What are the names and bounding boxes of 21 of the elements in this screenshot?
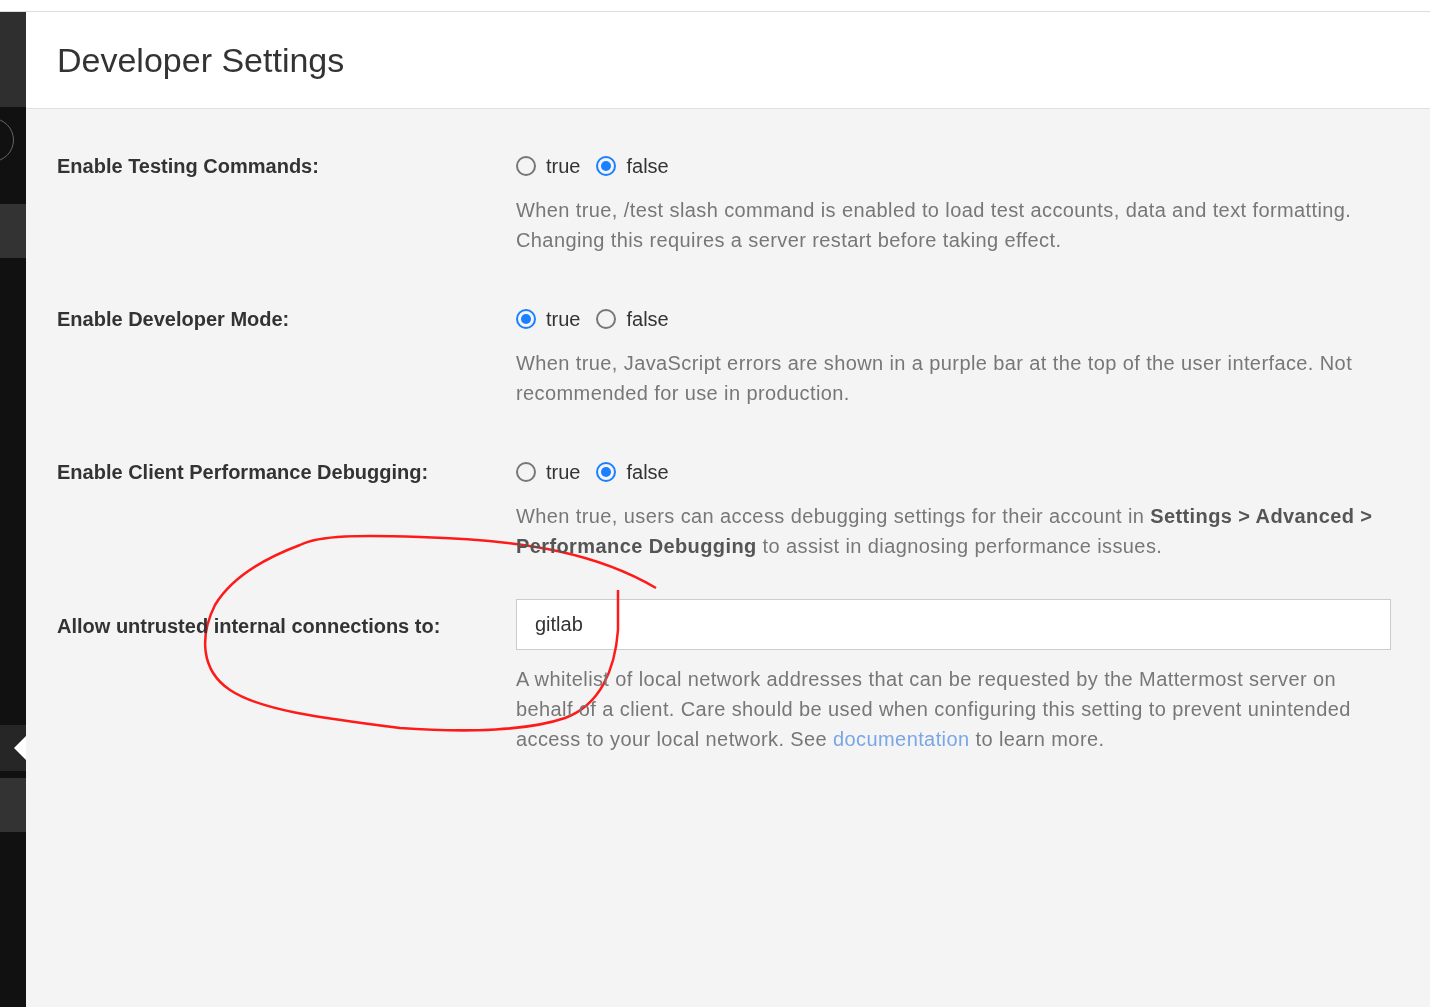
radio-option[interactable]: false: [596, 151, 669, 181]
radio-option[interactable]: true: [516, 457, 581, 487]
radio-option[interactable]: true: [516, 151, 581, 181]
radio-option[interactable]: false: [596, 304, 669, 334]
radio-button[interactable]: [596, 462, 617, 482]
radio-button[interactable]: [596, 309, 617, 329]
setting-label: Allow untrusted internal connections to:: [57, 615, 441, 637]
setting-label: Enable Developer Mode:: [57, 308, 290, 330]
input-field[interactable]: gitlab: [516, 599, 1391, 650]
radio-button[interactable]: [596, 156, 617, 176]
collapse-arrow-icon[interactable]: [14, 736, 26, 760]
radio-button[interactable]: [516, 462, 536, 482]
page-title: Developer Settings: [57, 39, 345, 81]
help-text: When true, /test slash command is enabled to load test accounts, data and text formatting. Changing this requires a server restart before taking effect.: [516, 198, 1353, 253]
radio-option[interactable]: true: [516, 304, 581, 334]
setting-label: Enable Client Performance Debugging:: [57, 461, 429, 483]
help-text: When true, JavaScript errors are shown in a purple bar at the top of the user interface. Not recommended for use in production.: [516, 351, 1354, 406]
radio-button[interactable]: [516, 156, 536, 176]
radio-option[interactable]: false: [596, 457, 669, 487]
radio-button[interactable]: [516, 309, 536, 329]
setting-label: Enable Testing Commands:: [57, 155, 319, 177]
